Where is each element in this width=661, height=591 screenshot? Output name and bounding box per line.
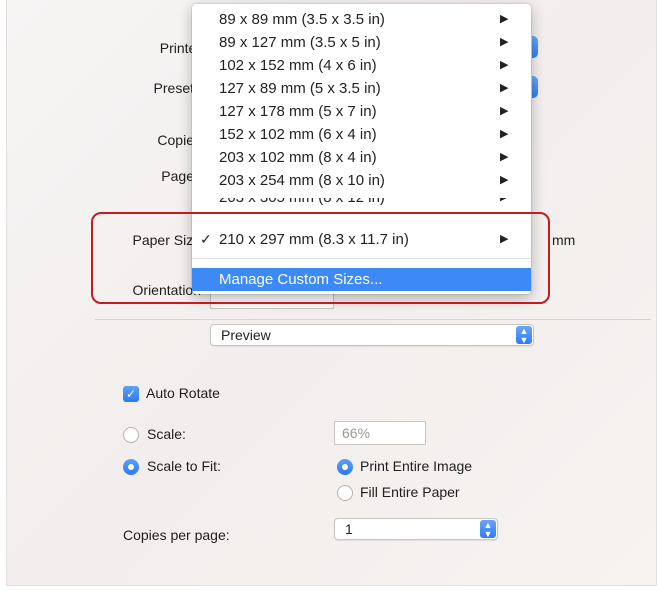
submenu-arrow-icon: ▶ [500, 151, 509, 163]
presets-label: Presets [153, 80, 201, 96]
menu-item[interactable]: 127 x 89 mm (5 x 3.5 in) ▶ [192, 77, 531, 100]
copies-per-page-label: Copies per page: [123, 527, 230, 543]
copies-per-page-select[interactable]: 1 ▲ ▼ [334, 518, 498, 540]
submenu-arrow-icon: ▶ [500, 59, 509, 71]
section-select[interactable]: Preview ▲ ▼ [210, 324, 534, 346]
print-entire-image-label: Print Entire Image [360, 458, 473, 474]
fill-entire-paper-radio[interactable] [337, 485, 353, 501]
submenu-arrow-icon: ▶ [500, 13, 509, 25]
presets-popup-edge[interactable] [532, 76, 538, 98]
menu-item[interactable]: 127 x 178 mm (5 x 7 in) ▶ [192, 100, 531, 123]
auto-rotate-label: Auto Rotate [146, 385, 220, 401]
auto-rotate-checkbox[interactable]: ✓ [123, 386, 139, 402]
menu-item[interactable]: 203 x 102 mm (8 x 4 in) ▶ [192, 146, 531, 169]
menu-item[interactable]: 89 x 89 mm (3.5 x 3.5 in) ▶ [192, 8, 531, 31]
scale-radio[interactable] [123, 427, 139, 443]
submenu-arrow-icon: ▶ [500, 82, 509, 94]
chevron-updown-icon: ▲ ▼ [516, 326, 532, 345]
printer-label: Printer [159, 40, 201, 56]
scale-to-fit-radio[interactable] [123, 459, 139, 475]
submenu-arrow-icon: ▶ [500, 198, 508, 208]
submenu-arrow-icon: ▶ [500, 174, 509, 186]
highlight-annotation [91, 212, 550, 304]
print-entire-image-radio[interactable] [337, 459, 353, 475]
menu-item[interactable]: 102 x 152 mm (4 x 6 in) ▶ [192, 54, 531, 77]
copies-per-page-value: 1 [345, 521, 353, 537]
section-select-value: Preview [221, 327, 271, 343]
copies-label: Copies [157, 132, 201, 148]
paper-size-units: mm [552, 232, 576, 248]
pages-label: Pages [161, 168, 201, 184]
scale-input[interactable]: 66% [334, 421, 426, 445]
chevron-updown-icon: ▲ ▼ [480, 520, 496, 539]
fill-entire-paper-label: Fill Entire Paper [360, 484, 460, 500]
submenu-arrow-icon: ▶ [500, 105, 509, 117]
submenu-arrow-icon: ▶ [500, 36, 509, 48]
menu-item[interactable]: 203 x 254 mm (8 x 10 in) ▶ [192, 169, 531, 192]
scale-to-fit-label: Scale to Fit: [147, 458, 221, 474]
printer-popup-edge[interactable] [532, 36, 538, 58]
section-separator [95, 319, 651, 320]
menu-item-clipped[interactable]: 203 x 305 mm (8 x 12 in)▶ [192, 198, 531, 208]
menu-item[interactable]: 89 x 127 mm (3.5 x 5 in) ▶ [192, 31, 531, 54]
scale-label: Scale: [147, 426, 186, 442]
menu-item[interactable]: 152 x 102 mm (6 x 4 in) ▶ [192, 123, 531, 146]
submenu-arrow-icon: ▶ [500, 128, 509, 140]
